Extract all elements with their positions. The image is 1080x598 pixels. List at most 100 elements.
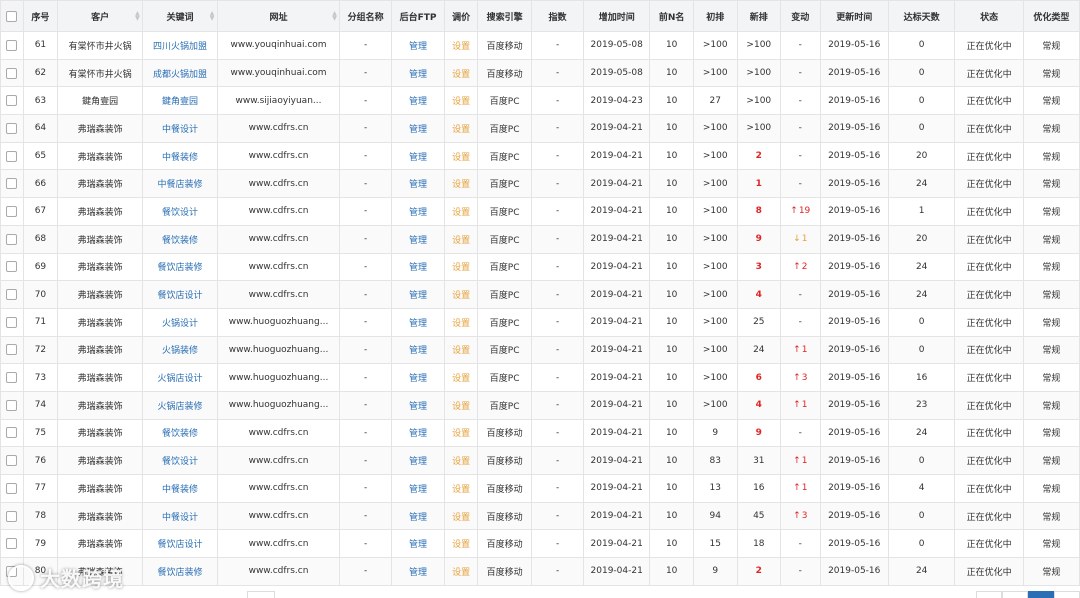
row-select-cell[interactable] bbox=[0, 418, 24, 448]
row-checkbox[interactable] bbox=[6, 150, 18, 162]
setting-link[interactable]: 设置 bbox=[452, 319, 470, 329]
keyword-link[interactable]: 成都火锅加盟 bbox=[153, 70, 207, 80]
table-row[interactable]: 61 有棠怀市井火锅 四川火锅加盟 www.youqinhuai.com - 管理 设置 百度… bbox=[0, 31, 1080, 60]
row-select-cell[interactable] bbox=[0, 501, 24, 531]
col-header-added[interactable]: 增加时间 bbox=[582, 0, 651, 32]
cell-ftp[interactable]: 管理 bbox=[391, 197, 445, 226]
manage-link[interactable]: 管理 bbox=[409, 319, 427, 329]
table-row[interactable]: 64 弗瑞森装饰 中餐设计 www.cdfrs.cn - 管理 设置 百度PC - 2019-04… bbox=[0, 114, 1080, 143]
cell-keyword[interactable]: 火锅装修 bbox=[142, 335, 218, 365]
cell-ftp[interactable]: 管理 bbox=[391, 31, 445, 60]
cell-price[interactable]: 设置 bbox=[443, 224, 479, 254]
manage-link[interactable]: 管理 bbox=[409, 291, 427, 301]
setting-link[interactable]: 设置 bbox=[452, 180, 470, 190]
cell-keyword[interactable]: 餐饮店设计 bbox=[142, 529, 218, 559]
sort-icon[interactable]: ▲ ▼ bbox=[332, 11, 337, 22]
cell-price[interactable]: 设置 bbox=[443, 529, 479, 559]
table-row[interactable]: 70 弗瑞森装饰 餐饮店设计 www.cdfrs.cn - 管理 设置 百度PC - 2019-0… bbox=[0, 280, 1080, 309]
cell-keyword[interactable]: 火锅店设计 bbox=[142, 363, 218, 392]
keyword-link[interactable]: 餐饮店设计 bbox=[157, 540, 202, 550]
row-select-cell[interactable] bbox=[0, 335, 24, 365]
col-header-ftp[interactable]: 后台FTP bbox=[391, 0, 445, 32]
col-header-index[interactable]: 指数 bbox=[531, 0, 584, 32]
row-select-cell[interactable] bbox=[0, 474, 24, 503]
table-row[interactable]: 69 弗瑞森装饰 餐饮店装修 www.cdfrs.cn - 管理 设置 百度PC - 2019-0… bbox=[0, 252, 1080, 282]
setting-link[interactable]: 设置 bbox=[452, 540, 470, 550]
cell-keyword[interactable]: 餐饮设计 bbox=[142, 197, 218, 226]
pager-current-page[interactable] bbox=[1028, 591, 1054, 598]
cell-price[interactable]: 设置 bbox=[443, 114, 479, 143]
keyword-link[interactable]: 中餐店装修 bbox=[157, 180, 202, 190]
cell-ftp[interactable]: 管理 bbox=[391, 169, 445, 199]
keyword-link[interactable]: 餐饮店装修 bbox=[157, 568, 202, 578]
cell-price[interactable]: 设置 bbox=[443, 390, 479, 420]
manage-link[interactable]: 管理 bbox=[409, 374, 427, 384]
keyword-link[interactable]: 餐饮装修 bbox=[162, 236, 198, 246]
row-select-cell[interactable] bbox=[0, 114, 24, 143]
row-checkbox[interactable] bbox=[6, 372, 18, 384]
row-checkbox[interactable] bbox=[6, 289, 18, 301]
keyword-link[interactable]: 中餐装修 bbox=[162, 153, 198, 163]
setting-link[interactable]: 设置 bbox=[452, 70, 470, 80]
pager-page-button[interactable] bbox=[1002, 591, 1028, 598]
row-select-cell[interactable] bbox=[0, 252, 24, 282]
row-select-cell[interactable] bbox=[0, 197, 24, 226]
cell-keyword[interactable]: 成都火锅加盟 bbox=[142, 58, 218, 88]
col-header-keyword[interactable]: 关键词 ▲ ▼ bbox=[142, 0, 218, 32]
row-checkbox[interactable] bbox=[6, 482, 18, 494]
setting-link[interactable]: 设置 bbox=[452, 346, 470, 356]
row-checkbox[interactable] bbox=[6, 205, 18, 217]
cell-price[interactable]: 设置 bbox=[443, 31, 479, 60]
keyword-link[interactable]: 餐饮设计 bbox=[162, 208, 198, 218]
setting-link[interactable]: 设置 bbox=[452, 402, 470, 412]
setting-link[interactable]: 设置 bbox=[452, 236, 470, 246]
setting-link[interactable]: 设置 bbox=[452, 457, 470, 467]
keyword-link[interactable]: 中餐设计 bbox=[162, 125, 198, 135]
cell-ftp[interactable]: 管理 bbox=[391, 224, 445, 254]
table-row[interactable]: 77 弗瑞森装饰 中餐装修 www.cdfrs.cn - 管理 设置 百度移动 - 2019-04… bbox=[0, 474, 1080, 503]
manage-link[interactable]: 管理 bbox=[409, 180, 427, 190]
table-row[interactable]: 78 弗瑞森装饰 中餐设计 www.cdfrs.cn - 管理 设置 百度移动 - 2019-04… bbox=[0, 501, 1080, 531]
setting-link[interactable]: 设置 bbox=[452, 208, 470, 218]
table-row[interactable]: 76 弗瑞森装饰 餐饮设计 www.cdfrs.cn - 管理 设置 百度移动 - 2019-04… bbox=[0, 446, 1080, 475]
row-checkbox[interactable] bbox=[6, 399, 18, 411]
cell-price[interactable]: 设置 bbox=[443, 197, 479, 226]
row-checkbox[interactable] bbox=[6, 67, 18, 79]
manage-link[interactable]: 管理 bbox=[409, 125, 427, 135]
setting-link[interactable]: 设置 bbox=[452, 42, 470, 52]
keyword-link[interactable]: 火锅装修 bbox=[162, 346, 198, 356]
row-checkbox[interactable] bbox=[6, 261, 18, 273]
table-row[interactable]: 72 弗瑞森装饰 火锅装修 www.huoguozhuang... - 管理 设置 百度PC -… bbox=[0, 335, 1080, 365]
cell-ftp[interactable]: 管理 bbox=[391, 363, 445, 392]
manage-link[interactable]: 管理 bbox=[409, 42, 427, 52]
setting-link[interactable]: 设置 bbox=[452, 291, 470, 301]
row-checkbox[interactable] bbox=[6, 344, 18, 356]
col-header-engine[interactable]: 搜索引擎 bbox=[477, 0, 533, 32]
cell-ftp[interactable]: 管理 bbox=[391, 141, 445, 171]
manage-link[interactable]: 管理 bbox=[409, 97, 427, 107]
table-row[interactable]: 75 弗瑞森装饰 餐饮装修 www.cdfrs.cn - 管理 设置 百度移动 - 2019-04… bbox=[0, 418, 1080, 448]
row-select-cell[interactable] bbox=[0, 363, 24, 392]
cell-ftp[interactable]: 管理 bbox=[391, 58, 445, 88]
page-size-select[interactable] bbox=[247, 591, 275, 598]
setting-link[interactable]: 设置 bbox=[452, 485, 470, 495]
select-all-checkbox[interactable] bbox=[6, 10, 18, 22]
table-row[interactable]: 62 有棠怀市井火锅 成都火锅加盟 www.youqinhuai.com - 管理 设置 百度… bbox=[0, 58, 1080, 88]
keyword-link[interactable]: 鍵角壹园 bbox=[162, 97, 198, 107]
cell-price[interactable]: 设置 bbox=[443, 335, 479, 365]
cell-keyword[interactable]: 中餐设计 bbox=[142, 501, 218, 531]
table-row[interactable]: 80 弗瑞森装饰 餐饮店装修 www.cdfrs.cn - 管理 设置 百度移动 -2019-0… bbox=[0, 557, 1080, 586]
manage-link[interactable]: 管理 bbox=[409, 513, 427, 523]
row-select-cell[interactable] bbox=[0, 446, 24, 475]
setting-link[interactable]: 设置 bbox=[452, 97, 470, 107]
cell-price[interactable]: 设置 bbox=[443, 141, 479, 171]
cell-price[interactable]: 设置 bbox=[443, 169, 479, 199]
row-checkbox[interactable] bbox=[6, 538, 18, 550]
cell-keyword[interactable]: 中餐店装修 bbox=[142, 169, 218, 199]
row-checkbox[interactable] bbox=[6, 455, 18, 467]
col-header-change[interactable]: 变动 bbox=[780, 0, 821, 32]
cell-price[interactable]: 设置 bbox=[443, 86, 479, 116]
cell-ftp[interactable]: 管理 bbox=[391, 307, 445, 337]
col-header-client[interactable]: 客户 ▲ ▼ bbox=[57, 0, 144, 32]
setting-link[interactable]: 设置 bbox=[452, 568, 470, 578]
